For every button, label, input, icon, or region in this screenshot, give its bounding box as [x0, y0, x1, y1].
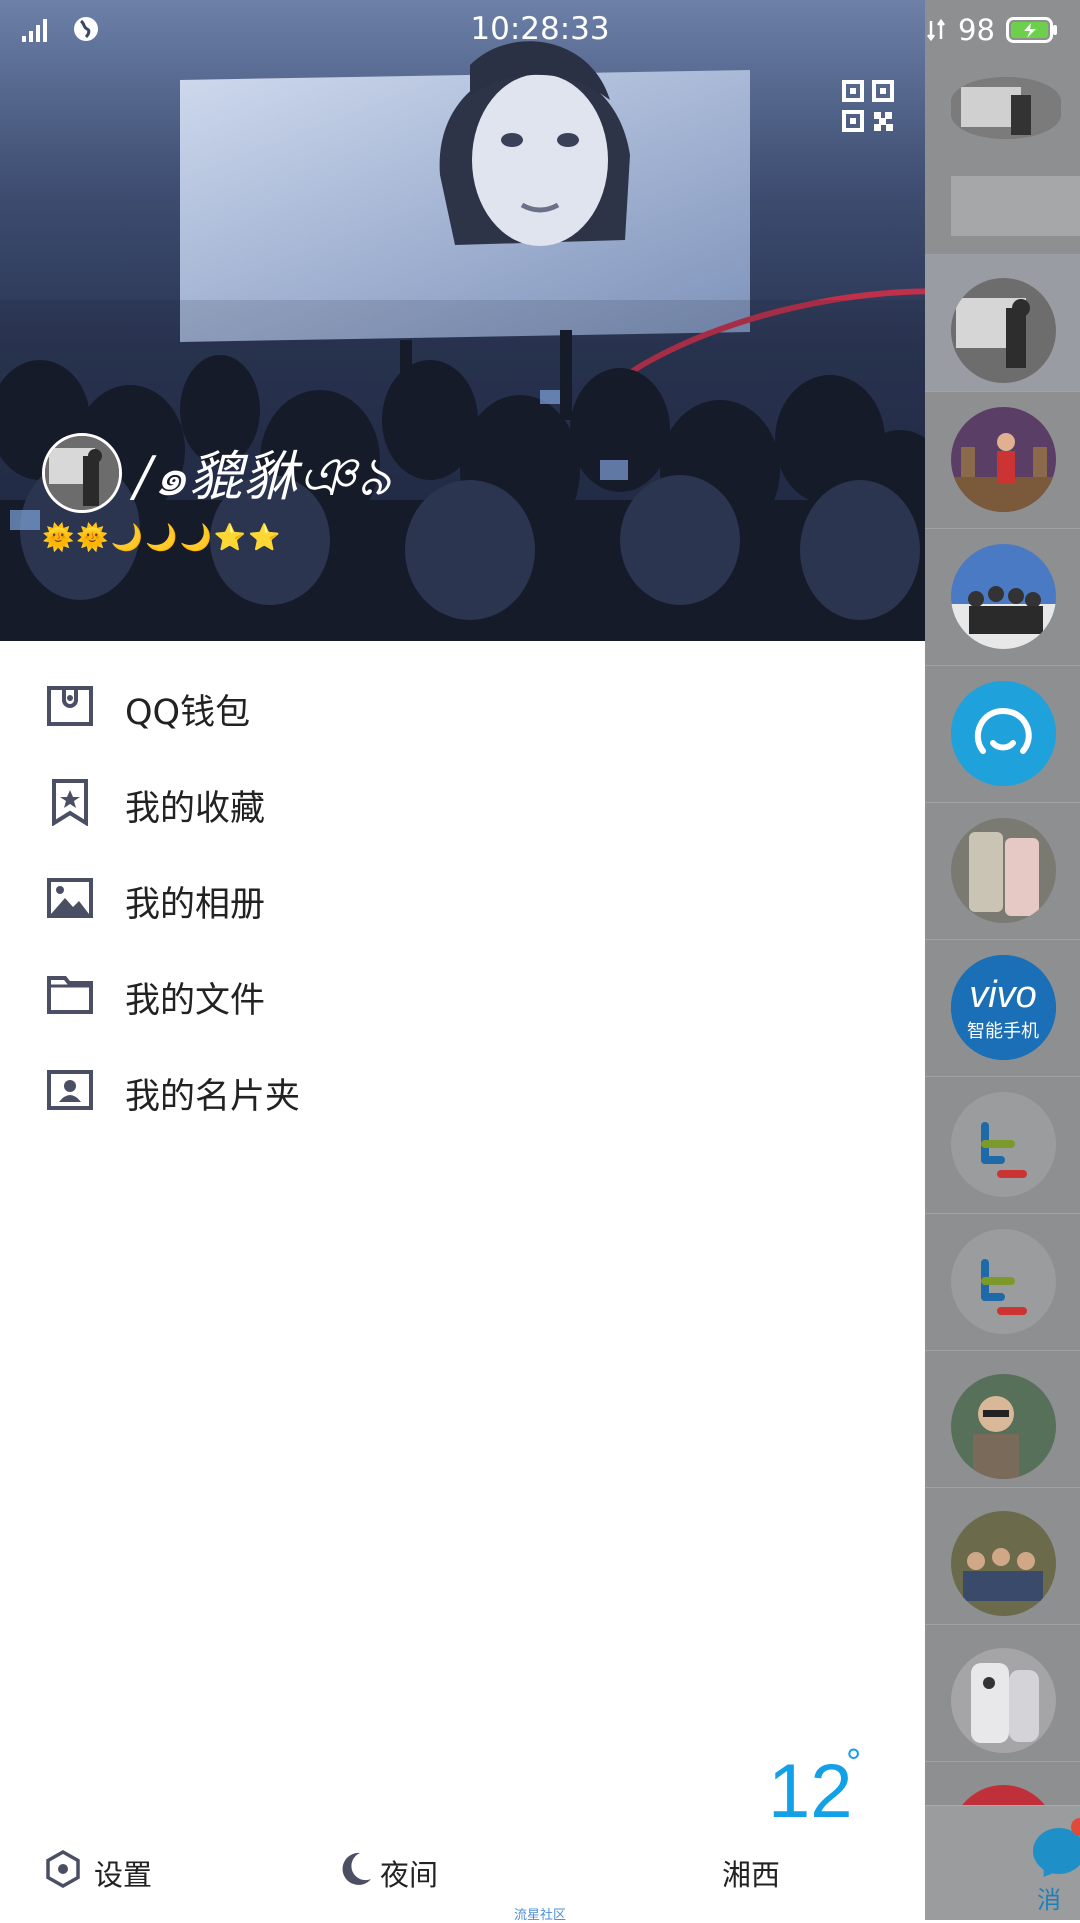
conversation-row[interactable]	[925, 802, 1080, 940]
conversation-row[interactable]: vivo 智能手机	[925, 939, 1080, 1077]
contact-card-icon	[47, 1070, 93, 1110]
settings-hexagon-icon[interactable]	[44, 1850, 82, 1888]
menu-item-album[interactable]: 我的相册	[0, 852, 925, 942]
conversation-avatar	[951, 818, 1056, 923]
conversation-row[interactable]	[925, 391, 1080, 529]
search-box-placeholder[interactable]	[951, 176, 1080, 236]
conversation-avatar	[951, 1229, 1056, 1334]
background-conversation-list[interactable]: vivo 智能手机 消息	[925, 0, 1080, 1920]
conversation-row[interactable]	[925, 1213, 1080, 1351]
conversation-avatar	[951, 1511, 1056, 1616]
status-bar: 10:28:33 98	[0, 0, 1080, 60]
moon-icon[interactable]	[336, 1850, 374, 1888]
svg-text:vivo: vivo	[969, 974, 1037, 1016]
battery-percent: 98	[958, 13, 995, 47]
tab-messages[interactable]: 消息	[925, 1805, 1080, 1920]
conversation-row[interactable]	[925, 254, 1080, 392]
conversation-avatar	[951, 1374, 1056, 1479]
conversation-avatar	[951, 544, 1056, 649]
weather-temperature[interactable]: 12	[768, 1748, 853, 1835]
night-mode-button[interactable]: 夜间	[380, 1852, 438, 1894]
conversation-row[interactable]	[925, 1350, 1080, 1488]
svg-text:智能手机: 智能手机	[967, 1021, 1039, 1042]
message-bubble-icon	[1033, 1828, 1080, 1874]
folder-icon	[47, 976, 93, 1014]
menu-item-label: 我的名片夹	[125, 1077, 301, 1117]
menu-item-wallet[interactable]: QQ钱包	[0, 660, 925, 750]
conversation-avatar[interactable]	[951, 77, 1061, 139]
menu-item-label: 我的文件	[125, 981, 266, 1021]
conversation-row[interactable]	[925, 665, 1080, 803]
conversation-avatar	[951, 1648, 1056, 1753]
menu-item-label: 我的相册	[125, 885, 266, 925]
conversation-avatar	[951, 681, 1056, 786]
weather-degree-symbol: °	[846, 1742, 862, 1784]
conversation-row[interactable]	[925, 1487, 1080, 1625]
weather-city[interactable]: 湘西	[722, 1852, 780, 1894]
conversation-avatar	[951, 407, 1056, 512]
wallet-icon	[47, 686, 93, 726]
conversation-row[interactable]	[925, 1076, 1080, 1214]
settings-button[interactable]: 设置	[94, 1852, 152, 1894]
qq-level-icons[interactable]: 🌞🌞🌙🌙🌙⭐⭐	[42, 523, 283, 553]
profile-header[interactable]: /๑貔貅ঞ৯ 🌞🌞🌙🌙🌙⭐⭐	[0, 0, 925, 641]
conversation-row[interactable]	[925, 528, 1080, 666]
footer-watermark: 流星社区	[513, 1908, 566, 1923]
conversation-row[interactable]	[925, 1624, 1080, 1762]
photo-album-icon	[47, 878, 93, 918]
profile-nickname[interactable]: /๑貔貅ঞ৯	[134, 432, 393, 525]
conversation-avatar	[951, 278, 1056, 383]
battery-charging-icon	[1006, 17, 1057, 43]
status-time: 10:28:33	[470, 11, 610, 47]
profile-avatar[interactable]	[42, 433, 122, 513]
data-arrows-icon	[927, 18, 945, 42]
menu-item-label: QQ钱包	[125, 693, 251, 733]
menu-item-label: 我的收藏	[125, 789, 266, 829]
qr-code-icon[interactable]	[842, 80, 894, 132]
menu-item-card-holder[interactable]: 我的名片夹	[0, 1044, 925, 1134]
conversation-avatar	[951, 1092, 1056, 1197]
bookmark-star-icon	[52, 779, 88, 826]
side-drawer: /๑貔貅ঞ৯ 🌞🌞🌙🌙🌙⭐⭐ QQ钱包 我的收藏 我的相册 我的文件 我的名片夹…	[0, 0, 925, 1920]
drawer-bottom-bar: 设置 夜间 湘西	[0, 1840, 925, 1900]
conversation-avatar: vivo 智能手机	[951, 955, 1056, 1060]
menu-item-favorites[interactable]: 我的收藏	[0, 756, 925, 846]
menu-item-files[interactable]: 我的文件	[0, 948, 925, 1038]
